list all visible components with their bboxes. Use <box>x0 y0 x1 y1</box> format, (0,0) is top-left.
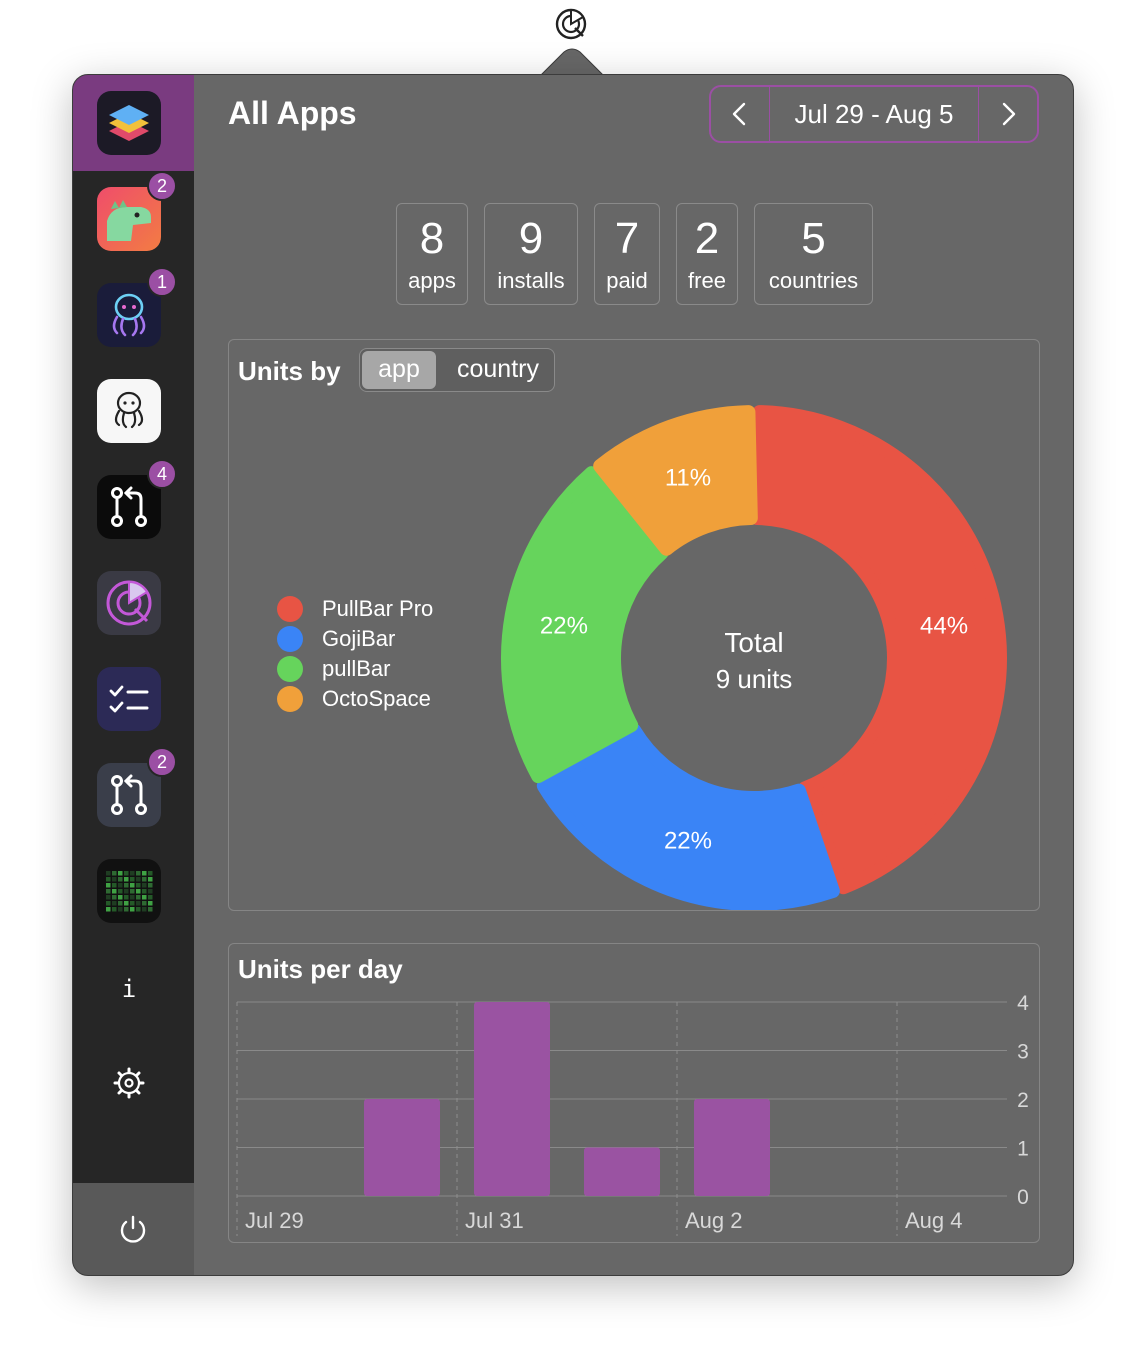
legend-label: PullBar Pro <box>322 596 434 621</box>
y-tick-label: 0 <box>1017 1186 1029 1209</box>
octopus-light-icon <box>97 379 161 443</box>
sidebar-footer <box>73 1183 194 1275</box>
stat-value: 2 <box>694 214 720 263</box>
x-tick-label: Aug 4 <box>905 1208 963 1233</box>
previous-week-button[interactable] <box>711 87 770 141</box>
legend-label: pullBar <box>322 656 391 681</box>
units-by-card: 44% 22% 22% 11% Total 9 units Units by app co… <box>228 339 1040 911</box>
layers-icon <box>97 91 161 155</box>
notification-badge: 1 <box>147 267 177 297</box>
stat-label: free <box>688 268 726 293</box>
sidebar: 2 1 4 2 i <box>73 75 194 1275</box>
stat-label: paid <box>606 268 648 293</box>
analytics-icon <box>97 571 161 635</box>
donut-slice-label: 44% <box>920 612 968 639</box>
sidebar-item-app-5[interactable]: 4 <box>97 459 177 539</box>
settings-gear-icon[interactable] <box>109 1063 149 1103</box>
donut-total-value: 9 units <box>716 664 793 694</box>
stat-countries: 5 countries <box>754 203 873 305</box>
power-icon[interactable] <box>115 1211 151 1247</box>
units-by-title: Units by <box>238 356 341 386</box>
legend-swatch <box>277 626 303 652</box>
y-tick-label: 1 <box>1017 1138 1029 1161</box>
bar-jul-31[interactable] <box>474 1002 550 1196</box>
x-tick-label: Aug 2 <box>685 1208 743 1233</box>
chevron-left-icon <box>732 102 746 126</box>
legend-swatch <box>277 596 303 622</box>
stat-paid: 7 paid <box>594 203 660 305</box>
units-per-day-bar-chart: 0 1 2 3 4 Jul 29 Jul 31 Aug 2 Aug 4 <box>236 992 1029 1236</box>
page-title: All Apps <box>228 95 357 131</box>
sidebar-item-app-7[interactable] <box>97 667 161 731</box>
units-by-segmented-control: app country <box>359 348 555 392</box>
stat-value: 5 <box>801 214 826 263</box>
bar-jul-30[interactable] <box>364 1099 440 1196</box>
segment-app[interactable]: app <box>362 351 436 389</box>
donut-total-label: Total <box>724 627 783 658</box>
stat-value: 7 <box>614 214 640 263</box>
units-per-day-card: 0 1 2 3 4 Jul 29 Jul 31 Aug 2 Aug 4 Units per da… <box>228 943 1040 1243</box>
y-tick-label: 3 <box>1017 1041 1029 1064</box>
sidebar-item-app-6[interactable] <box>97 571 161 635</box>
checklist-icon <box>97 667 161 731</box>
segment-country[interactable]: country <box>446 349 550 391</box>
popover-arrow <box>540 48 604 76</box>
donut-slice-label: 22% <box>540 612 588 639</box>
units-by-donut-chart: 44% 22% 22% 11% Total 9 units <box>501 405 1007 910</box>
stat-value: 9 <box>518 214 544 263</box>
stat-label: installs <box>497 268 565 293</box>
legend-label: OctoSpace <box>322 686 431 711</box>
date-range-label: Jul 29 - Aug 5 <box>794 99 954 129</box>
notification-badge: 2 <box>147 747 177 777</box>
info-icon[interactable]: i <box>109 969 149 1009</box>
legend-swatch <box>277 686 303 712</box>
donut-slice-label: 11% <box>665 465 711 492</box>
contribution-grid-icon <box>97 859 161 923</box>
chevron-right-icon <box>1002 102 1016 126</box>
donut-slice-label: 22% <box>664 827 712 854</box>
bar-aug-2[interactable] <box>694 1099 770 1196</box>
sidebar-item-app-2[interactable]: 2 <box>97 171 177 251</box>
popover-panel: 2 1 4 2 i All Apps Jul 29 - Aug 5 8 apps… <box>72 74 1074 1276</box>
notification-badge: 2 <box>147 171 177 201</box>
stat-value: 8 <box>419 214 445 263</box>
stat-installs: 9 installs <box>484 203 578 305</box>
stat-free: 2 free <box>676 203 738 305</box>
notification-badge: 4 <box>147 459 177 489</box>
y-tick-label: 2 <box>1017 1089 1029 1112</box>
next-week-button[interactable] <box>978 87 1037 141</box>
legend-label: GojiBar <box>322 626 396 651</box>
stat-label: countries <box>768 268 859 293</box>
date-range-navigator: Jul 29 - Aug 5 <box>709 85 1039 143</box>
x-tick-label: Jul 29 <box>245 1208 304 1233</box>
sidebar-item-app-4[interactable] <box>97 379 161 443</box>
units-per-day-title: Units per day <box>238 954 403 984</box>
bar-aug-1[interactable] <box>584 1147 660 1197</box>
stat-apps: 8 apps <box>396 203 468 305</box>
sidebar-item-app-9[interactable] <box>97 859 161 923</box>
analytics-menubar-icon[interactable] <box>553 6 589 42</box>
svg-text:i: i <box>122 975 136 1003</box>
stat-label: apps <box>408 268 456 293</box>
legend-swatch <box>277 656 303 682</box>
sidebar-item-app-3[interactable]: 1 <box>97 267 177 347</box>
y-tick-label: 4 <box>1017 992 1029 1015</box>
sidebar-item-all-apps[interactable] <box>97 91 161 155</box>
sidebar-item-app-8[interactable]: 2 <box>97 747 177 827</box>
x-tick-label: Jul 31 <box>465 1208 524 1233</box>
